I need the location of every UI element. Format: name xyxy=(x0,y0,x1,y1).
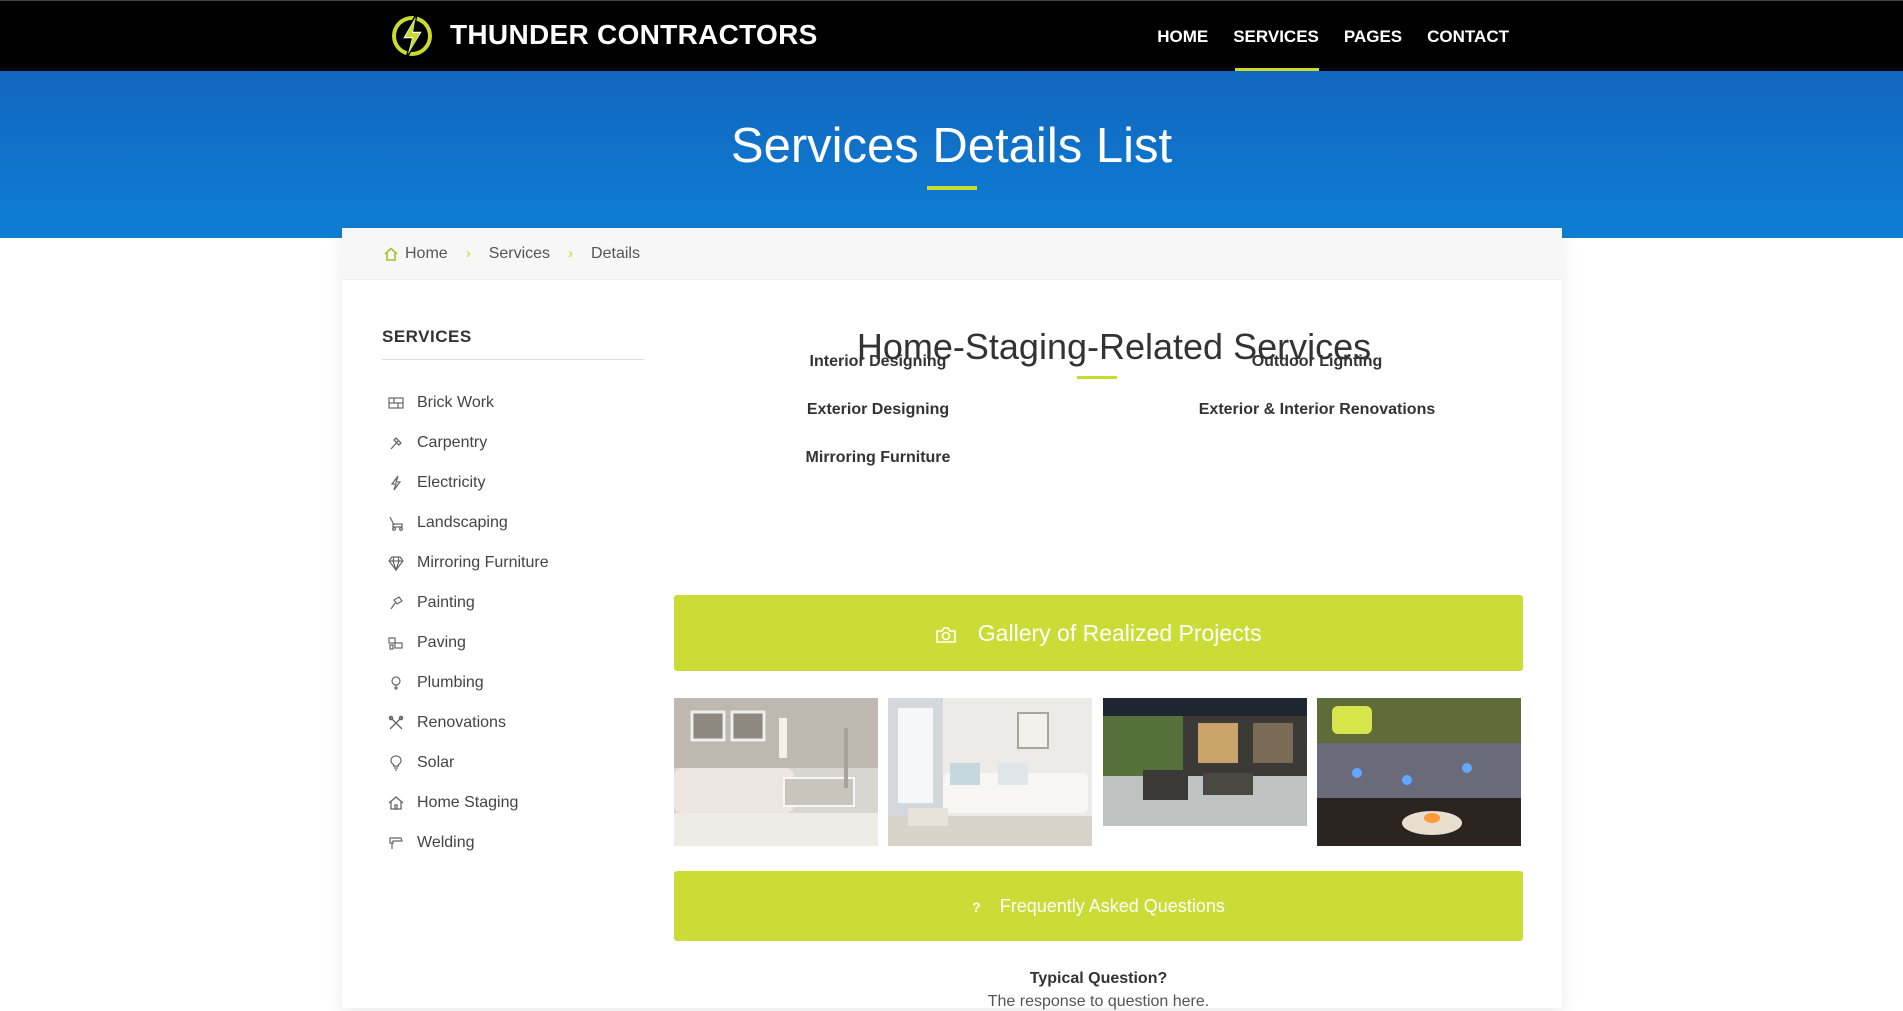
sidebar-item-label: Paving xyxy=(417,634,466,651)
breadcrumb-details: Details xyxy=(591,244,640,262)
sidebar-item-label: Painting xyxy=(417,594,475,611)
service-exterior-designing: Exterior Designing xyxy=(806,401,950,418)
brick-icon xyxy=(388,397,404,409)
nav-pages[interactable]: PAGES xyxy=(1344,1,1402,72)
faucet-icon xyxy=(391,676,401,690)
paving-icon xyxy=(388,637,403,650)
gallery-photo-white-sofa[interactable] xyxy=(888,698,1092,846)
page-title: Services Details List xyxy=(730,119,1173,173)
gallery-photo-living-room[interactable] xyxy=(674,698,878,846)
sidebar-item-label: Landscaping xyxy=(417,514,508,531)
sidebar-item-electricity[interactable]: Electricity xyxy=(388,463,549,503)
sidebar-item-label: Electricity xyxy=(417,474,486,491)
sidebar-item-label: Solar xyxy=(417,754,455,771)
page-hero: Services Details List xyxy=(0,71,1903,238)
sidebar-item-welding[interactable]: Welding xyxy=(388,823,549,863)
services-sidebar: Brick Work Carpentry Electricity Landsca… xyxy=(388,383,549,863)
faq-question: Typical Question? xyxy=(1029,970,1168,987)
welding-icon xyxy=(389,837,403,849)
camera-icon xyxy=(936,627,957,643)
sidebar-item-label: Mirroring Furniture xyxy=(417,554,549,571)
home-icon xyxy=(384,246,398,261)
breadcrumb-services[interactable]: Services xyxy=(489,245,550,263)
nav-contact[interactable]: CONTACT xyxy=(1427,1,1509,72)
sidebar-title: SERVICES xyxy=(382,327,472,346)
sidebar-divider xyxy=(382,359,644,360)
sidebar-item-brick-work[interactable]: Brick Work xyxy=(388,383,549,423)
sidebar-item-solar[interactable]: Solar xyxy=(388,743,549,783)
sidebar-item-home-staging[interactable]: Home Staging xyxy=(388,783,549,823)
title-underline xyxy=(927,186,977,190)
faq-button[interactable]: ? Frequently Asked Questions xyxy=(674,871,1523,941)
bolt-icon xyxy=(390,475,402,491)
faq-answer: The response to question here. xyxy=(987,993,1210,1010)
paint-roller-icon xyxy=(390,596,403,610)
chevron-right-icon: › xyxy=(568,245,574,262)
brand-name: THUNDER CONTRACTORS xyxy=(450,19,818,50)
diamond-icon xyxy=(388,556,404,571)
sidebar-item-plumbing[interactable]: Plumbing xyxy=(388,663,549,703)
sidebar-item-label: Welding xyxy=(417,834,475,851)
content-panel: Home › Services › Details SERVICES Brick… xyxy=(342,228,1562,1010)
question-icon: ? xyxy=(972,899,981,916)
thunder-logo-icon xyxy=(392,12,432,60)
gallery-photo-fire-pit[interactable] xyxy=(1317,698,1521,846)
sidebar-item-renovations[interactable]: Renovations xyxy=(388,703,549,743)
section-title-underline xyxy=(1077,376,1117,379)
sidebar-item-label: Renovations xyxy=(417,714,506,731)
brand-logo[interactable]: THUNDER CONTRACTORS xyxy=(387,9,818,61)
lightbulb-icon xyxy=(390,755,402,771)
breadcrumb-home[interactable]: Home xyxy=(405,245,448,263)
house-icon xyxy=(388,796,404,810)
sidebar-item-landscaping[interactable]: Landscaping xyxy=(388,503,549,543)
gallery-button[interactable]: Gallery of Realized Projects xyxy=(674,595,1523,671)
hammer-icon xyxy=(390,437,402,450)
gallery-label: Gallery of Realized Projects xyxy=(977,620,1262,646)
sidebar-item-label: Home Staging xyxy=(417,794,519,811)
sidebar-item-painting[interactable]: Painting xyxy=(388,583,549,623)
nav-home[interactable]: HOME xyxy=(1157,1,1208,72)
breadcrumb: Home › Services › Details xyxy=(342,228,1562,280)
service-renovations: Exterior & Interior Renovations xyxy=(1198,401,1436,418)
gallery-photo-patio[interactable] xyxy=(1103,698,1307,826)
main-nav: HOME SERVICES PAGES CONTACT xyxy=(1132,1,1509,72)
sidebar-item-label: Carpentry xyxy=(417,434,488,451)
service-outdoor-lighting: Outdoor Lighting xyxy=(1251,353,1383,370)
tools-icon xyxy=(388,715,404,730)
chevron-right-icon: › xyxy=(465,245,471,262)
sidebar-item-label: Plumbing xyxy=(417,674,484,691)
sidebar-item-label: Brick Work xyxy=(417,394,495,411)
lawnmower-icon xyxy=(389,516,403,531)
top-navbar: THUNDER CONTRACTORS HOME SERVICES PAGES … xyxy=(0,0,1903,72)
sidebar-item-mirroring-furniture[interactable]: Mirroring Furniture xyxy=(388,543,549,583)
nav-services[interactable]: SERVICES xyxy=(1233,1,1319,72)
service-mirroring-furniture: Mirroring Furniture xyxy=(805,449,951,466)
sidebar-item-carpentry[interactable]: Carpentry xyxy=(388,423,549,463)
service-interior-designing: Interior Designing xyxy=(809,353,947,370)
faq-label: Frequently Asked Questions xyxy=(999,896,1225,916)
sidebar-item-paving[interactable]: Paving xyxy=(388,623,549,663)
